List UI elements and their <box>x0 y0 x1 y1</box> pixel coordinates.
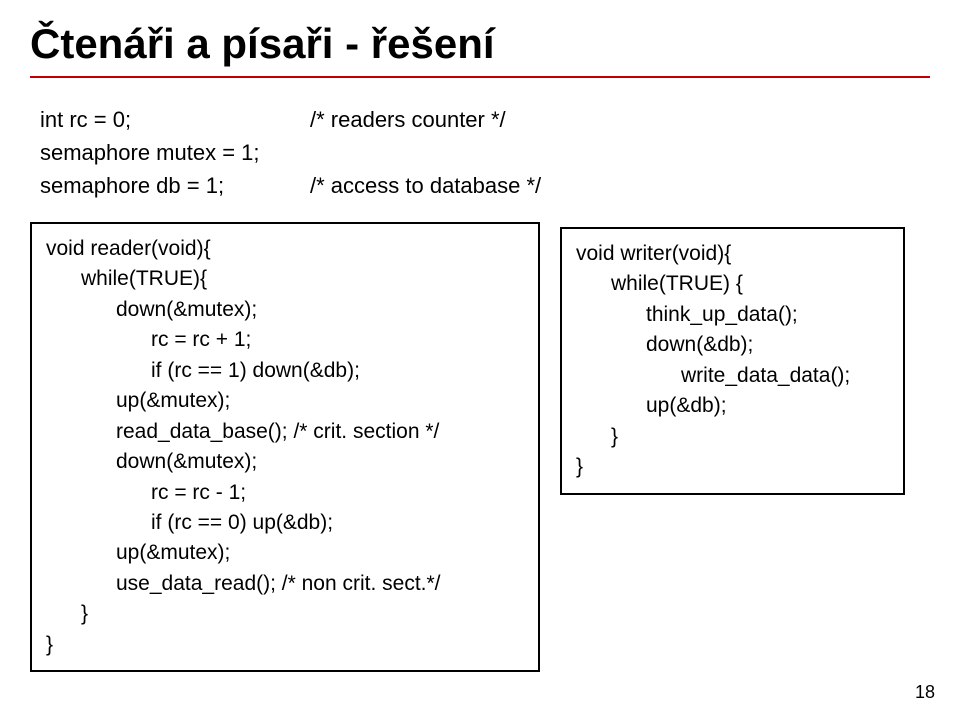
code-line: read_data_base(); /* crit. section */ <box>46 417 524 447</box>
code-line: use_data_read(); /* non crit. sect.*/ <box>46 569 524 599</box>
code-line: rc = rc - 1; <box>46 478 524 508</box>
code-line: up(&db); <box>576 391 889 421</box>
code-line: } <box>46 599 524 629</box>
code-line: think_up_data(); <box>576 300 889 330</box>
decl-mutex: semaphore mutex = 1; <box>40 136 260 169</box>
title-underline <box>30 76 930 78</box>
code-line: while(TRUE) { <box>576 269 889 299</box>
decl-db: semaphore db = 1; <box>40 169 310 202</box>
code-line: } <box>576 422 889 452</box>
code-line: void writer(void){ <box>576 239 889 269</box>
code-line: while(TRUE){ <box>46 264 524 294</box>
code-line: } <box>576 452 889 482</box>
slide-title: Čtenáři a písaři - řešení <box>30 20 930 68</box>
code-line: void reader(void){ <box>46 234 524 264</box>
declarations-block: int rc = 0; /* readers counter */ semaph… <box>30 103 930 202</box>
decl-rc: int rc = 0; <box>40 103 310 136</box>
code-line: down(&db); <box>576 330 889 360</box>
reader-code-box: void reader(void){ while(TRUE){ down(&mu… <box>30 222 540 672</box>
code-line: if (rc == 1) down(&db); <box>46 356 524 386</box>
writer-code-box: void writer(void){ while(TRUE) { think_u… <box>560 227 905 495</box>
code-line: write_data_data(); <box>576 361 889 391</box>
code-line: rc = rc + 1; <box>46 325 524 355</box>
code-line: } <box>46 630 524 660</box>
decl-db-comment: /* access to database */ <box>310 169 541 202</box>
page-number: 18 <box>915 682 935 703</box>
decl-rc-comment: /* readers counter */ <box>310 103 506 136</box>
code-line: up(&mutex); <box>46 538 524 568</box>
code-line: down(&mutex); <box>46 295 524 325</box>
code-line: up(&mutex); <box>46 386 524 416</box>
code-line: if (rc == 0) up(&db); <box>46 508 524 538</box>
code-boxes-row: void reader(void){ while(TRUE){ down(&mu… <box>30 222 930 672</box>
code-line: down(&mutex); <box>46 447 524 477</box>
